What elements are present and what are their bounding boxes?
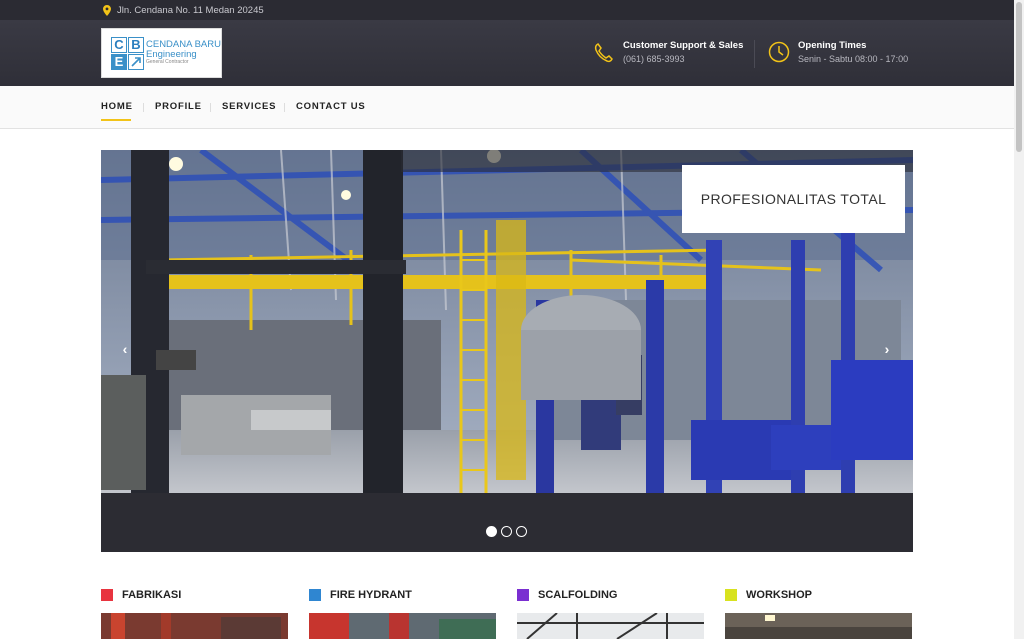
slide-dot-2[interactable] [501, 526, 512, 537]
hero-slider: PROFESIONALITAS TOTAL ‹ › [101, 150, 913, 552]
opening-times-block: Opening Times Senin - Sabtu 08:00 - 17:0… [768, 40, 908, 64]
nav-separator [143, 103, 144, 112]
thumb-image [101, 613, 288, 639]
scrollbar-thumb[interactable] [1016, 2, 1022, 152]
nav-home[interactable]: HOME [101, 101, 133, 112]
nav-active-indicator [101, 119, 131, 121]
address-text: Jln. Cendana No. 11 Medan 20245 [117, 4, 264, 16]
thumb-image [309, 613, 496, 639]
site-header: C B E CENDANA BARU Engineering General C… [0, 20, 1014, 86]
service-fabrikasi[interactable]: FABRIKASI [101, 589, 181, 601]
slider-next-icon[interactable]: › [880, 341, 894, 357]
phone-icon [594, 43, 613, 63]
nav-separator [210, 103, 211, 112]
thumb-image [725, 613, 912, 639]
company-logo[interactable]: C B E CENDANA BARU Engineering General C… [101, 28, 222, 78]
logo-line-3: General Contractor [146, 59, 189, 66]
logo-mark: C B E [111, 36, 144, 70]
service-scalfolding[interactable]: SCALFOLDING [517, 589, 617, 601]
support-phone[interactable]: (061) 685-3993 [623, 54, 743, 64]
service-thumb-workshop[interactable] [725, 613, 912, 639]
service-color-square [101, 589, 113, 601]
service-thumb-fabrikasi[interactable] [101, 613, 288, 639]
nav-services[interactable]: SERVICES [222, 101, 276, 112]
service-label: SCALFOLDING [538, 589, 618, 601]
slide-dot-1[interactable] [486, 526, 497, 537]
clock-icon [768, 41, 790, 63]
service-workshop[interactable]: WORKSHOP [725, 589, 812, 601]
nav-profile[interactable]: PROFILE [155, 101, 202, 112]
service-color-square [517, 589, 529, 601]
top-bar: Jln. Cendana No. 11 Medan 20245 [0, 0, 1014, 20]
slider-pagination [486, 526, 527, 537]
logo-arrow-cell [128, 53, 144, 70]
slide-caption: PROFESIONALITAS TOTAL [682, 165, 905, 233]
customer-support-block: Customer Support & Sales (061) 685-3993 [593, 40, 743, 64]
logo-letter: B [128, 36, 144, 53]
service-label: WORKSHOP [746, 589, 812, 601]
logo-letter: C [111, 36, 127, 53]
support-title: Customer Support & Sales [623, 40, 744, 51]
service-thumb-fire-hydrant[interactable] [309, 613, 496, 639]
header-divider [754, 40, 755, 68]
thumb-image [517, 613, 704, 639]
service-color-square [309, 589, 321, 601]
service-fire-hydrant[interactable]: FIRE HYDRANT [309, 589, 412, 601]
service-thumb-scalfolding[interactable] [517, 613, 704, 639]
nav-contact-us[interactable]: CONTACT US [296, 101, 366, 112]
logo-letter: E [111, 53, 127, 70]
slider-prev-icon[interactable]: ‹ [118, 341, 132, 357]
service-label: FABRIKASI [122, 589, 182, 601]
main-nav: HOME PROFILE SERVICES CONTACT US [0, 86, 1014, 129]
slide-dot-3[interactable] [516, 526, 527, 537]
opening-times-hours: Senin - Sabtu 08:00 - 17:00 [798, 54, 909, 64]
service-label: FIRE HYDRANT [330, 589, 412, 601]
page-scrollbar[interactable] [1014, 0, 1024, 639]
nav-separator [284, 103, 285, 112]
service-color-square [725, 589, 737, 601]
location-pin-icon [103, 4, 111, 16]
logo-text: CENDANA BARU Engineering General Contrac… [146, 40, 221, 65]
opening-times-title: Opening Times [798, 40, 867, 51]
logo-arrow-icon [131, 56, 141, 67]
